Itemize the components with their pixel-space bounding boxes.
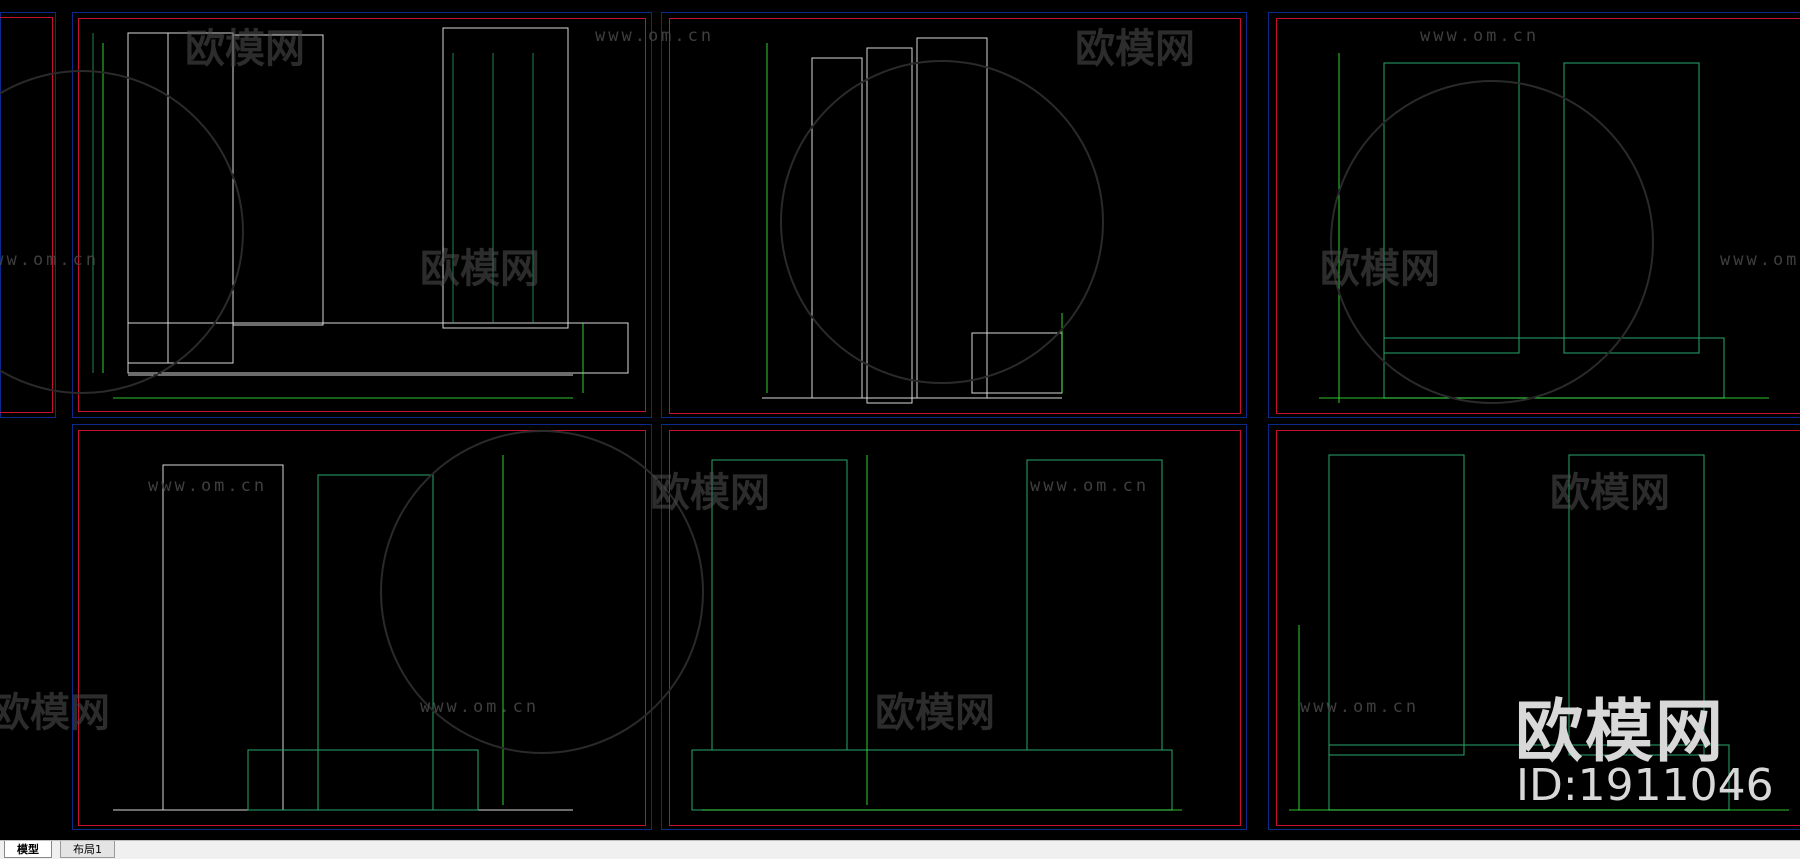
watermark-ring bbox=[780, 60, 1104, 384]
watermark-url: www.om.cn bbox=[1030, 476, 1150, 496]
watermark-url: www.om.cn bbox=[420, 697, 540, 717]
brand-id: ID:1911046 bbox=[1516, 760, 1774, 811]
tab-layout1[interactable]: 布局1 bbox=[60, 841, 115, 858]
watermark-logo: 欧模网 bbox=[1550, 470, 1670, 516]
watermark-url: www.om.cn bbox=[595, 26, 715, 46]
watermark-url: www.om.cn bbox=[1300, 697, 1420, 717]
watermark-logo: 欧模网 bbox=[1075, 26, 1195, 72]
watermark-logo: 欧模网 bbox=[420, 246, 540, 292]
watermark-logo: 欧模网 bbox=[185, 26, 305, 72]
watermark-logo: 欧模网 bbox=[875, 690, 995, 736]
layout-tab-bar: 模型 布局1 bbox=[0, 840, 1800, 859]
watermark-url: www.om.cn bbox=[1420, 26, 1540, 46]
watermark-logo: 欧模网 bbox=[1320, 246, 1440, 292]
watermark-url: www.om.cn bbox=[0, 250, 100, 270]
watermark-logo: 欧模网 bbox=[0, 690, 110, 736]
watermark-url: www.om.cn bbox=[148, 476, 268, 496]
watermark-url: www.om.cn bbox=[1720, 250, 1800, 270]
tab-model[interactable]: 模型 bbox=[4, 841, 52, 858]
cad-model-space[interactable]: www.om.cn www.om.cn www.om.cn www.om.cn … bbox=[0, 0, 1800, 840]
watermark-logo: 欧模网 bbox=[650, 470, 770, 516]
